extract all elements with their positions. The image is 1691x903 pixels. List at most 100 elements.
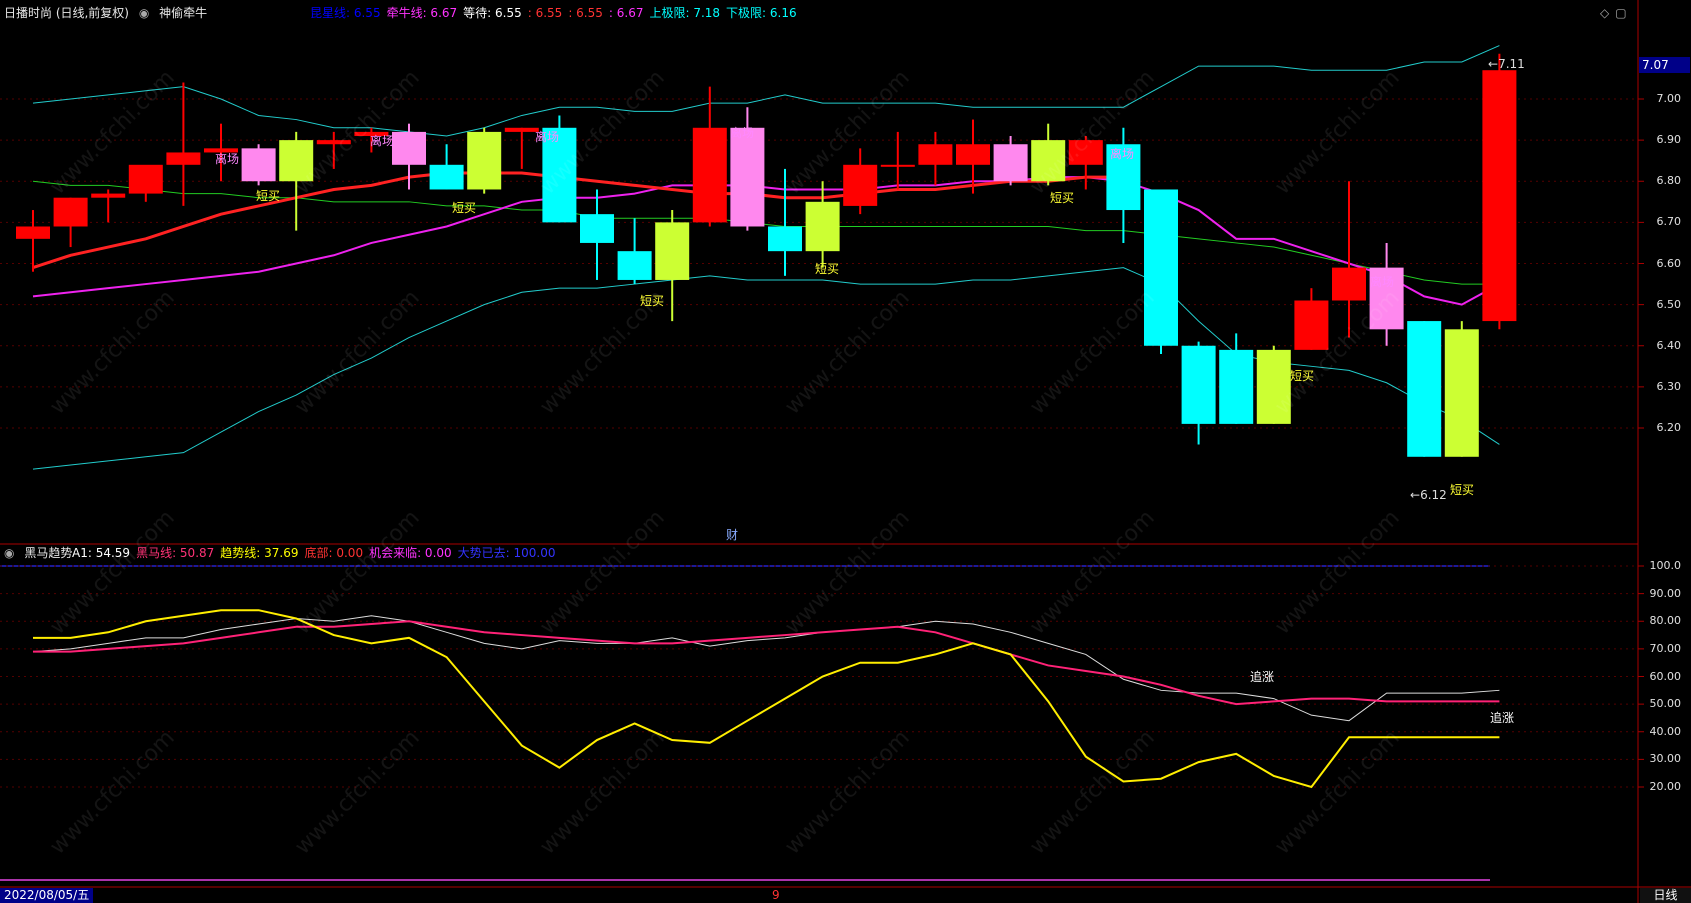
indicator-name[interactable]: 神偷牵牛 xyxy=(159,6,207,20)
chase-label-1: 追涨 xyxy=(1490,710,1514,725)
candle-body[interactable] xyxy=(1256,349,1291,424)
top-legend-item-3: : 6.55 xyxy=(527,6,563,20)
short-buy-label-5: 短买 xyxy=(1290,369,1314,383)
sub-tick-2: 80.00 xyxy=(1649,614,1682,628)
sub-series-1 xyxy=(33,620,1500,706)
price-tick-1: 6.90 xyxy=(1656,133,1682,147)
candle-body[interactable] xyxy=(1144,189,1178,346)
short-buy-label-2: 短买 xyxy=(640,294,664,308)
top-legend-item-0: 昆星线: 6.55 xyxy=(310,6,381,20)
upper-band-line xyxy=(32,45,1500,137)
candle-body[interactable] xyxy=(16,226,50,239)
candle-body[interactable] xyxy=(53,197,88,227)
candle-body[interactable] xyxy=(504,127,539,132)
candle-body[interactable] xyxy=(1332,267,1366,301)
leave-label-3: 离场 xyxy=(730,125,754,140)
candle-body[interactable] xyxy=(128,164,163,194)
candle-body[interactable] xyxy=(730,127,765,227)
candle-body[interactable] xyxy=(805,201,840,252)
sub-tick-1: 90.00 xyxy=(1649,586,1682,600)
price-tick-8: 6.20 xyxy=(1656,421,1682,434)
candle-body[interactable] xyxy=(1181,345,1216,424)
short-buy-label-6: 短买 xyxy=(1450,483,1474,497)
sub-tick-3: 70.00 xyxy=(1649,641,1682,655)
sub-legend-item-0: A1: 54.59 xyxy=(72,546,131,560)
indicator-toggle-icon[interactable]: ◉ xyxy=(139,6,149,20)
box-icon[interactable]: ▢ xyxy=(1615,6,1626,20)
price-tick-6: 6.40 xyxy=(1656,338,1682,352)
candle-body[interactable] xyxy=(467,131,502,190)
sub-series-0 xyxy=(32,615,1500,722)
sub-tick-0: 100.0 xyxy=(1649,559,1682,572)
sub-legend: A1: 54.59 黑马线: 50.87 趋势线: 37.69 底部: 0.00 机会来… xyxy=(72,546,562,560)
candle-body[interactable] xyxy=(843,164,878,206)
leave-label-4: 离场 xyxy=(1110,146,1134,161)
bottom-mark: 9 xyxy=(772,888,780,902)
short-buy-label-4: 短买 xyxy=(1050,191,1074,205)
sub-legend-item-2: 趋势线: 37.69 xyxy=(220,546,299,560)
high-annotation: ←7.11 xyxy=(1488,57,1525,71)
candle-body[interactable] xyxy=(1219,349,1254,424)
sub-tick-4: 60.00 xyxy=(1649,669,1682,683)
period-tab[interactable]: 日线 xyxy=(1640,888,1691,903)
candle-body[interactable] xyxy=(918,144,953,165)
candle-body[interactable] xyxy=(880,164,915,167)
sub-toggle-icon[interactable]: ◉ xyxy=(4,546,14,560)
candle-body[interactable] xyxy=(1407,321,1442,457)
candle-body[interactable] xyxy=(1031,140,1066,182)
sub-tick-8: 20.00 xyxy=(1649,780,1682,793)
sub-legend-item-5: 大势已去: 100.00 xyxy=(457,546,556,560)
chart-canvas: 离场离场 离场 离场离场离场短买短买短买短买短买短买短买追涨追涨 xyxy=(0,0,1691,903)
candle-body[interactable] xyxy=(580,214,614,243)
price-tick-7: 6.30 xyxy=(1656,379,1682,393)
candle-body[interactable] xyxy=(241,148,276,182)
top-legend-item-1: 牵牛线: 6.67 xyxy=(386,6,458,20)
candle-body[interactable] xyxy=(1294,300,1329,350)
candle-body[interactable] xyxy=(429,164,464,190)
sub-tick-5: 50.00 xyxy=(1649,697,1682,711)
top-legend-item-5: : 6.67 xyxy=(608,6,644,20)
candle-body[interactable] xyxy=(1068,140,1103,165)
candle-body[interactable] xyxy=(768,226,802,252)
price-tick-5: 6.50 xyxy=(1656,297,1682,311)
candle-body[interactable] xyxy=(1444,329,1479,457)
event-mark[interactable]: 财 xyxy=(726,528,738,542)
candle-body[interactable] xyxy=(316,140,351,145)
top-legend-item-6: 上极限: 7.18 xyxy=(649,6,721,20)
current-price-tag: 7.07 xyxy=(1639,57,1690,73)
candle-body[interactable] xyxy=(392,131,426,165)
leave-label-2: 离场 xyxy=(535,129,559,144)
candle-body[interactable] xyxy=(91,193,126,198)
top-legend-item-4: : 6.55 xyxy=(568,6,603,20)
short-buy-label-1: 短买 xyxy=(452,201,476,215)
top-legend: 昆星线: 6.55 牵牛线: 6.67 等待: 6.55: 6.55: 6.55: … xyxy=(310,6,803,20)
candle-body[interactable] xyxy=(617,251,652,280)
candle-body[interactable] xyxy=(956,144,990,165)
sub-tick-6: 40.00 xyxy=(1649,724,1682,738)
candlesticks[interactable] xyxy=(16,53,1517,457)
chart-header: 日播时尚 (日线,前复权) ◉ 神偷牵牛 xyxy=(4,6,213,20)
chase-label-0: 追涨 xyxy=(1250,669,1274,684)
leave-label-0: 离场 xyxy=(215,151,239,166)
price-tick-2: 6.80 xyxy=(1656,174,1682,188)
leave-label-1: 离场 xyxy=(370,133,394,148)
candle-body[interactable] xyxy=(279,140,314,182)
candle-body[interactable] xyxy=(993,144,1028,182)
candle-body[interactable] xyxy=(655,222,690,280)
window-controls: ◇ ▢ xyxy=(1600,6,1633,20)
top-legend-item-7: 下极限: 6.16 xyxy=(726,6,797,20)
diamond-icon[interactable]: ◇ xyxy=(1600,6,1609,20)
candle-body[interactable] xyxy=(692,127,727,223)
chart-annotations: 离场离场 离场 离场离场离场短买短买短买短买短买短买短买追涨追涨 xyxy=(215,125,1514,725)
sub-legend-item-4: 机会来临: 0.00 xyxy=(369,546,452,560)
sub-legend-item-1: 黑马线: 50.87 xyxy=(136,546,215,560)
candle-body[interactable] xyxy=(166,152,201,165)
sub-indicator-name[interactable]: 黑马趋势 xyxy=(24,546,72,560)
stock-title[interactable]: 日播时尚 (日线,前复权) xyxy=(4,6,129,20)
candle-body[interactable] xyxy=(1482,70,1517,322)
sub-header: ◉ 黑马趋势 xyxy=(4,546,78,560)
price-tick-4: 6.60 xyxy=(1656,256,1682,270)
sub-legend-item-3: 底部: 0.00 xyxy=(304,546,364,560)
short-buy-label-0: 短买 xyxy=(256,189,280,203)
low-annotation: ←6.12 xyxy=(1410,488,1447,502)
